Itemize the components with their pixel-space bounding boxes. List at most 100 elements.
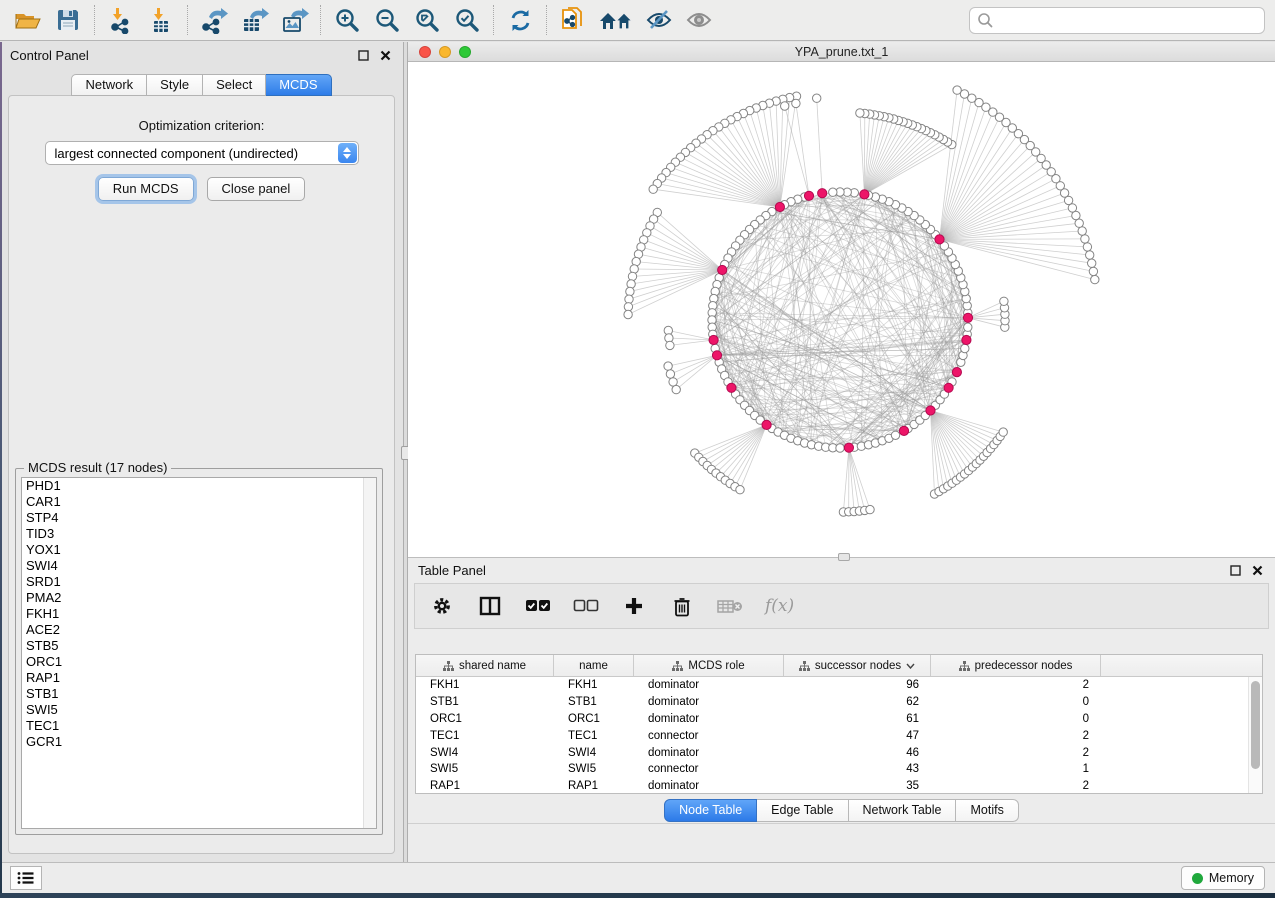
mcds-result-item[interactable]: STB5 [22,638,376,654]
control-tab-mcds[interactable]: MCDS [266,74,331,96]
desktop: Control Panel NetworkStyleSelectMCDS Opt… [0,0,1275,898]
column-header-successor-nodes[interactable]: successor nodes [784,655,931,676]
zoom-selected-icon [454,7,481,34]
zoom-selected-button[interactable] [447,2,487,38]
run-mcds-button[interactable]: Run MCDS [98,177,194,201]
close-table-panel-icon[interactable] [1249,563,1265,579]
delete-column-button[interactable] [669,591,695,621]
column-header-name[interactable]: name [554,655,634,676]
table-panel-tabs: Node TableEdge TableNetwork TableMotifs [408,799,1275,822]
memory-button[interactable]: Memory [1181,866,1265,890]
zoom-fit-icon [414,7,441,34]
close-panel-button[interactable]: Close panel [207,177,306,201]
column-header-predecessor-nodes[interactable]: predecessor nodes [931,655,1101,676]
control-panel-tabs: NetworkStyleSelectMCDS [0,74,403,96]
zoom-fit-button[interactable] [407,2,447,38]
mcds-result-item[interactable]: ACE2 [22,622,376,638]
export-table-button[interactable] [234,2,274,38]
result-list-scrollbar[interactable] [363,478,376,828]
mcds-result-item[interactable]: YOX1 [22,542,376,558]
export-image-button[interactable] [274,2,314,38]
mcds-result-item[interactable]: SRD1 [22,574,376,590]
float-table-panel-icon[interactable] [1227,563,1243,579]
mcds-result-item[interactable]: SWI4 [22,558,376,574]
column-label: successor nodes [815,660,901,672]
mcds-result-item[interactable]: TID3 [22,526,376,542]
mcds-result-item[interactable]: PHD1 [22,478,376,494]
table-row[interactable]: SWI4SWI4dominator462 [416,744,1248,761]
table-tab-node-table[interactable]: Node Table [664,799,757,822]
table-row[interactable]: TEC1TEC1connector472 [416,727,1248,744]
search-icon [976,11,994,29]
show-graphics-details-button[interactable] [679,2,719,38]
mcds-result-item[interactable]: ORC1 [22,654,376,670]
table-tab-edge-table[interactable]: Edge Table [757,799,848,822]
table-row[interactable]: STB1STB1dominator620 [416,694,1248,711]
refresh-view-button[interactable] [500,2,540,38]
save-session-button[interactable] [48,2,88,38]
hide-graphics-details-button[interactable] [639,2,679,38]
toolbar-separator [187,5,188,35]
mcds-result-item[interactable]: STP4 [22,510,376,526]
table-row[interactable]: ORC1ORC1dominator610 [416,711,1248,728]
mcds-result-item[interactable]: CAR1 [22,494,376,510]
zoom-in-button[interactable] [327,2,367,38]
float-panel-icon[interactable] [355,47,371,63]
mcds-panel: Optimization criterion: largest connecte… [8,95,395,854]
control-tab-network[interactable]: Network [71,74,147,96]
column-header-MCDS-role[interactable]: MCDS role [634,655,784,676]
horizontal-divider-grip[interactable] [838,553,850,561]
show-graphics-details-icon [685,7,713,33]
mcds-result-item[interactable]: RAP1 [22,670,376,686]
cell-name: FKH1 [554,677,634,694]
select-all-rows-button[interactable] [525,591,551,621]
table-row[interactable]: SWI5SWI5connector431 [416,761,1248,778]
toolbar-separator [493,5,494,35]
cell-MCDS-role: dominator [634,694,784,711]
first-neighbors-button[interactable] [593,2,639,38]
mcds-result-item[interactable]: PMA2 [22,590,376,606]
memory-status-icon [1192,873,1203,884]
task-history-button[interactable] [10,866,42,890]
optimization-criterion-select[interactable]: largest connected component (undirected) [45,141,359,165]
table-tab-motifs[interactable]: Motifs [956,799,1018,822]
mcds-result-item[interactable]: TEC1 [22,718,376,734]
control-tab-select[interactable]: Select [203,74,266,96]
cell-successor-nodes: 46 [784,744,931,761]
search-input[interactable] [994,13,1264,28]
network-canvas[interactable] [408,62,1275,557]
show-column-panel-button[interactable] [477,591,503,621]
column-type-icon [443,661,454,671]
desktop-edge [0,42,2,893]
cell-successor-nodes: 35 [784,778,931,793]
table-settings-button[interactable] [429,591,455,621]
cell-name: RAP1 [554,778,634,793]
table-scrollbar-thumb[interactable] [1251,681,1260,769]
export-network-button[interactable] [194,2,234,38]
close-panel-icon[interactable] [377,47,393,63]
cell-name: STB1 [554,694,634,711]
search-box[interactable] [969,7,1265,34]
table-row[interactable]: FKH1FKH1dominator962 [416,677,1248,694]
open-file-button[interactable] [8,2,48,38]
mcds-result-item[interactable]: GCR1 [22,734,376,750]
mcds-result-item[interactable]: FKH1 [22,606,376,622]
cell-shared-name: RAP1 [416,778,554,793]
clone-network-button[interactable] [553,2,593,38]
apply-function-button[interactable]: f(x) [765,596,794,616]
control-tab-style[interactable]: Style [147,74,203,96]
import-table-button[interactable] [141,2,181,38]
column-header-shared-name[interactable]: shared name [416,655,554,676]
mcds-result-list[interactable]: PHD1CAR1STP4TID3YOX1SWI4SRD1PMA2FKH1ACE2… [21,477,377,829]
mcds-result-item[interactable]: STB1 [22,686,376,702]
destroy-table-button[interactable] [717,591,743,621]
table-tab-network-table[interactable]: Network Table [849,799,957,822]
import-network-button[interactable] [101,2,141,38]
mcds-result-item[interactable]: SWI5 [22,702,376,718]
zoom-out-button[interactable] [367,2,407,38]
cell-shared-name: ORC1 [416,711,554,728]
add-column-button[interactable] [621,591,647,621]
table-scrollbar[interactable] [1248,677,1262,793]
table-row[interactable]: RAP1RAP1dominator352 [416,778,1248,793]
deselect-all-rows-button[interactable] [573,591,599,621]
